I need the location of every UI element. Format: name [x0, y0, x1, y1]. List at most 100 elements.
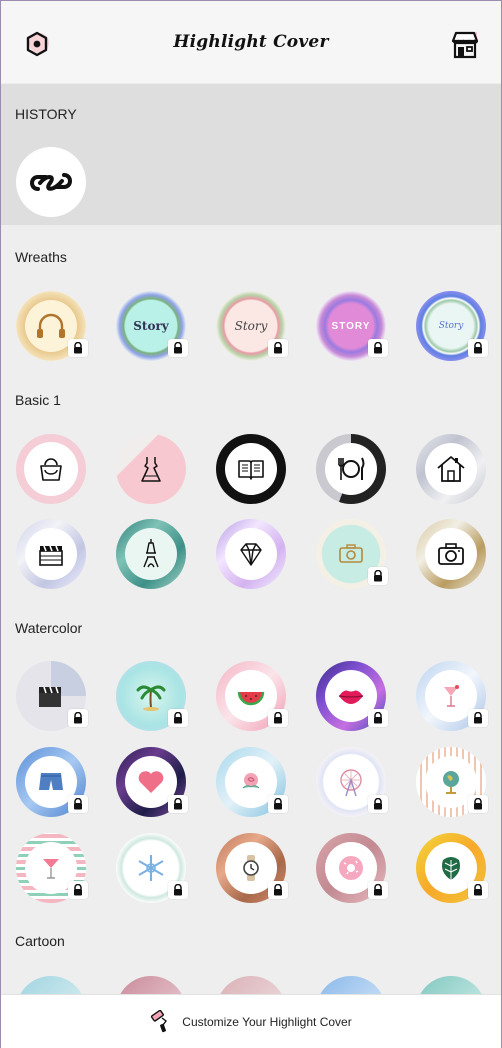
lock-icon	[268, 709, 288, 727]
basic-cover-house[interactable]	[416, 434, 486, 504]
lock-icon	[268, 339, 288, 357]
handbag-icon	[40, 458, 62, 481]
watercolor-cover-rose[interactable]	[216, 747, 288, 817]
lock-icon	[468, 339, 488, 357]
cartoon-cover-partial[interactable]	[116, 976, 186, 996]
lock-icon	[268, 881, 288, 899]
clapperboard-icon	[39, 545, 63, 566]
wreath-text: Story	[438, 321, 464, 331]
basic-cover-camera-gold[interactable]	[416, 519, 486, 589]
infinity-link-icon	[30, 173, 72, 191]
lock-icon	[168, 795, 188, 813]
dress-icon	[141, 457, 161, 482]
lock-icon	[68, 709, 88, 727]
plate-cutlery-icon	[338, 457, 365, 480]
leaf-icon	[442, 857, 460, 880]
basic-cover-clapperboard[interactable]	[16, 519, 86, 589]
lock-icon	[168, 881, 188, 899]
watercolor-row-1	[1, 661, 501, 733]
lock-icon	[68, 795, 88, 813]
camera-icon	[438, 543, 464, 565]
basic-cover-eiffel[interactable]	[116, 519, 186, 589]
customize-label: Customize Your Highlight Cover	[182, 1014, 352, 1029]
settings-button[interactable]	[19, 27, 55, 63]
cartoon-cover-partial[interactable]	[416, 976, 486, 996]
lock-icon	[168, 709, 188, 727]
camera-icon	[339, 544, 363, 563]
basic1-row-1	[1, 434, 501, 506]
palm-tree-icon	[136, 685, 166, 711]
history-cover[interactable]	[16, 147, 86, 217]
watercolor-cover-palm[interactable]	[116, 661, 188, 731]
lock-icon	[368, 795, 388, 813]
watercolor-cover-cocktail[interactable]	[416, 661, 488, 731]
basic-cover-book[interactable]	[216, 434, 286, 504]
watercolor-row-3	[1, 833, 501, 905]
basic-cover-handbag[interactable]	[16, 434, 86, 504]
wreath-cover-story-4[interactable]: Story	[416, 291, 488, 361]
top-bar: Highlight Cover	[1, 1, 501, 83]
watercolor-cover-globe[interactable]	[416, 747, 488, 817]
globe-icon	[443, 771, 459, 794]
app-title: Highlight Cover	[173, 32, 329, 52]
watercolor-cover-watermelon[interactable]	[216, 661, 288, 731]
cocktail-icon	[43, 859, 59, 879]
basic-cover-diamond[interactable]	[216, 519, 286, 589]
watercolor-cover-leaf[interactable]	[416, 833, 488, 903]
section-title-watercolor: Watercolor	[15, 620, 83, 636]
eiffel-tower-icon	[143, 539, 159, 568]
wreath-text: Story	[133, 319, 169, 333]
clapperboard-icon	[39, 686, 61, 707]
section-title-cartoon: Cartoon	[15, 933, 65, 949]
basic-cover-camera-mint[interactable]	[316, 519, 388, 589]
lock-icon	[68, 339, 88, 357]
watch-icon	[243, 855, 259, 881]
wreaths-row: Story Story STORY Story	[1, 291, 501, 363]
app-screen: Highlight Cover HISTORY Wreaths Story St…	[0, 0, 502, 1048]
store-button[interactable]	[447, 27, 483, 63]
wreath-text: Story	[234, 319, 268, 333]
watercolor-cover-heart[interactable]	[116, 747, 188, 817]
cartoon-cover-partial[interactable]	[216, 976, 286, 996]
cartoon-cover-partial[interactable]	[316, 976, 386, 996]
cocktail-icon	[444, 685, 459, 707]
basic-cover-plate[interactable]	[316, 434, 386, 504]
watercolor-cover-lips[interactable]	[316, 661, 388, 731]
wreath-cover-story-2[interactable]: Story	[216, 291, 288, 361]
lock-icon	[468, 709, 488, 727]
cartoon-cover-partial[interactable]	[16, 976, 86, 996]
watercolor-cover-shorts[interactable]	[16, 747, 88, 817]
watercolor-cover-cocktail-striped[interactable]	[16, 833, 88, 903]
wreath-text: STORY	[331, 320, 371, 332]
section-title-basic-1: Basic 1	[15, 392, 61, 408]
paint-roller-icon	[151, 1009, 168, 1032]
heart-icon	[138, 771, 164, 793]
basic-cover-dress[interactable]	[116, 434, 186, 504]
lock-icon	[368, 567, 388, 585]
history-section: HISTORY	[1, 84, 501, 225]
rose-icon	[242, 773, 260, 789]
customize-cover-button[interactable]: Customize Your Highlight Cover	[1, 994, 501, 1048]
watercolor-cover-watch[interactable]	[216, 833, 288, 903]
settings-hex-icon	[26, 31, 49, 57]
watercolor-cover-snowflake[interactable]	[116, 833, 188, 903]
lock-icon	[468, 795, 488, 813]
lock-icon	[368, 881, 388, 899]
watermelon-icon	[237, 691, 265, 706]
wreath-cover-story-3[interactable]: STORY	[316, 291, 388, 361]
lock-icon	[68, 881, 88, 899]
lips-icon	[338, 690, 364, 704]
section-title-wreaths: Wreaths	[15, 249, 67, 265]
house-icon	[437, 456, 465, 482]
wreath-cover-headphones[interactable]	[16, 291, 88, 361]
watercolor-cover-clapperboard[interactable]	[16, 661, 88, 731]
section-title-history: HISTORY	[15, 106, 77, 122]
watercolor-cover-donut[interactable]	[316, 833, 388, 903]
basic1-row-2	[1, 519, 501, 591]
snowflake-icon	[138, 855, 164, 881]
wreath-cover-story-1[interactable]: Story	[116, 291, 188, 361]
shorts-icon	[39, 773, 63, 790]
watercolor-row-2	[1, 747, 501, 819]
lock-icon	[168, 339, 188, 357]
watercolor-cover-ferris-wheel[interactable]	[316, 747, 388, 817]
